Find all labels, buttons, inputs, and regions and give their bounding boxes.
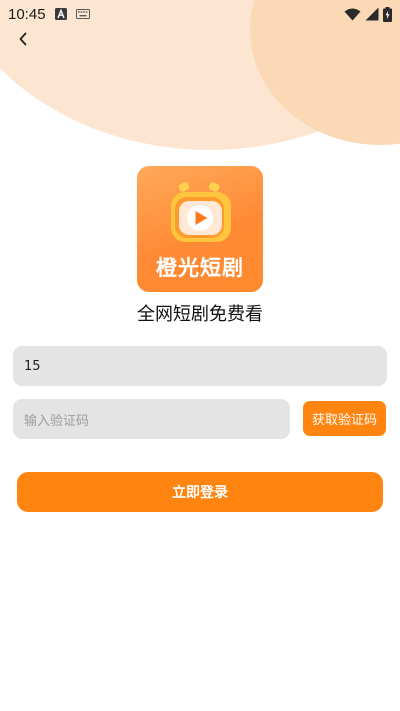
- status-bar: 10:45: [0, 0, 400, 28]
- login-button[interactable]: 立即登录: [17, 472, 383, 512]
- back-button[interactable]: [12, 28, 34, 50]
- chevron-left-icon: [19, 32, 27, 46]
- battery-charging-icon: [383, 6, 392, 22]
- notification-a-icon: [54, 8, 67, 20]
- get-code-label: 获取验证码: [311, 413, 377, 428]
- phone-input[interactable]: 15: [13, 346, 387, 386]
- verification-code-placeholder: 输入验证码: [24, 413, 90, 429]
- app-logo: 橙光短剧: [137, 166, 263, 292]
- logo-text: 橙光短剧: [156, 256, 244, 280]
- signal-icon: [365, 7, 379, 21]
- phone-input-value: 15: [24, 358, 41, 374]
- keyboard-icon: [75, 9, 90, 19]
- status-time: 10:45: [8, 5, 46, 23]
- verification-code-input[interactable]: 输入验证码: [13, 399, 290, 439]
- app-slogan: 全网短剧免费看: [137, 304, 263, 325]
- wifi-icon: [344, 8, 361, 21]
- login-label: 立即登录: [172, 485, 228, 501]
- get-code-button[interactable]: 获取验证码: [303, 401, 386, 436]
